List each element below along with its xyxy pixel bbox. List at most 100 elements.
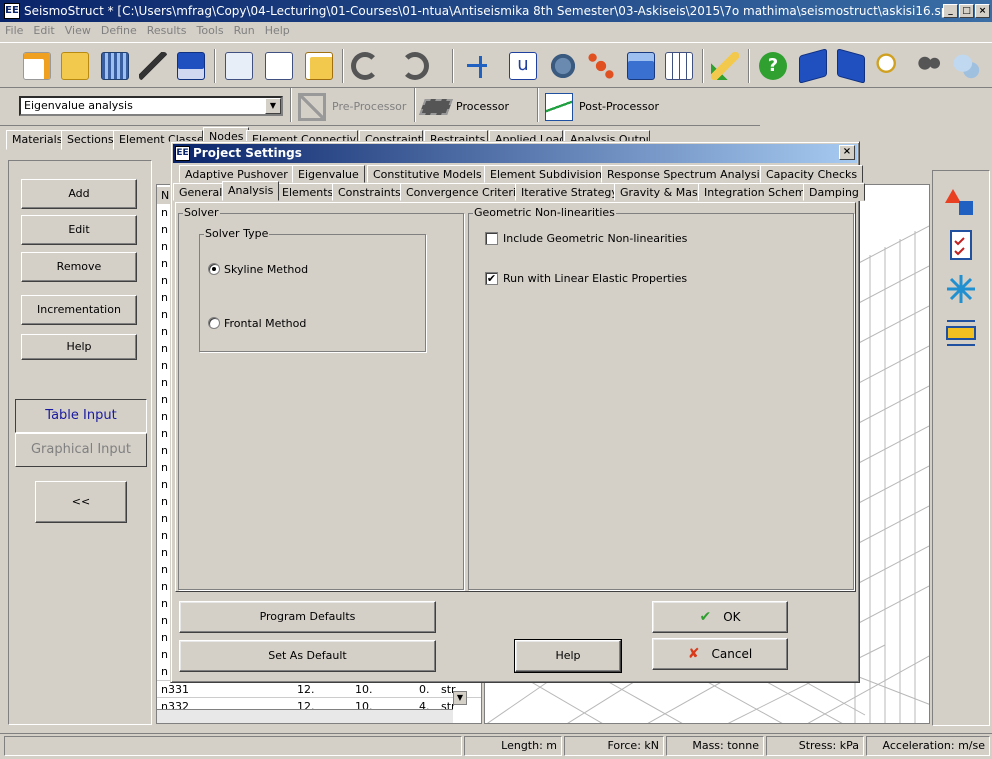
manual-button[interactable] — [796, 48, 830, 84]
new-file-icon — [23, 52, 51, 80]
help-left-button[interactable]: Help — [21, 334, 137, 360]
forum-button[interactable] — [950, 49, 984, 83]
node-name-cell: n — [161, 308, 168, 321]
table-button[interactable] — [662, 49, 696, 83]
tab-constitutive-models[interactable]: Constitutive Models — [367, 165, 488, 183]
tab-iterative-strategy[interactable]: Iterative Strategy — [515, 183, 624, 201]
help-button[interactable]: ? — [756, 49, 790, 83]
tab-element-subdivision[interactable]: Element Subdivision — [484, 165, 609, 183]
minimize-button[interactable]: _ — [943, 4, 958, 18]
toolbar-separator — [214, 49, 216, 83]
checkmark-icon: ✔ — [486, 272, 497, 285]
save-button[interactable] — [174, 49, 208, 83]
tab-damping[interactable]: Damping — [803, 183, 865, 201]
checklist-icon[interactable] — [945, 229, 977, 261]
table-input-toggle[interactable]: Table Input — [15, 399, 147, 433]
frontal-method-label[interactable]: Frontal Method — [224, 317, 306, 330]
tab-sections[interactable]: Sections — [61, 130, 120, 150]
menu-view[interactable]: View — [60, 22, 96, 40]
dialog-title: Project Settings — [193, 146, 302, 160]
analysis-type-select[interactable]: Eigenvalue analysis ▼ — [19, 96, 283, 116]
new-project-button[interactable] — [20, 49, 54, 83]
search-button[interactable] — [872, 49, 906, 83]
scroll-down-icon[interactable]: ▼ — [453, 691, 467, 705]
shapes-icon[interactable] — [945, 185, 977, 217]
settings-button[interactable] — [546, 49, 580, 83]
model-button[interactable] — [584, 49, 618, 83]
ok-button[interactable]: ✔ OK — [652, 601, 788, 633]
menu-tools[interactable]: Tools — [191, 22, 228, 40]
pre-processor-label: Pre-Processor — [332, 100, 407, 113]
edit-button[interactable]: Edit — [21, 215, 137, 245]
open-project-button[interactable] — [58, 49, 92, 83]
node-name-cell: n — [161, 580, 168, 593]
tab-response-spectrum-analysis[interactable]: Response Spectrum Analysis — [601, 165, 772, 183]
linear-elastic-checkbox[interactable]: ✔ — [485, 272, 498, 285]
tree-button[interactable] — [460, 49, 494, 83]
pre-processor-button[interactable]: Pre-Processor — [298, 90, 408, 124]
menu-define[interactable]: Define — [96, 22, 142, 40]
tab-elements[interactable]: Elements — [276, 183, 340, 201]
undo-arrow-icon — [351, 52, 379, 80]
cancel-button[interactable]: ✘ Cancel — [652, 638, 788, 670]
node-star-icon[interactable] — [945, 273, 977, 305]
chevron-down-icon[interactable]: ▼ — [265, 98, 281, 114]
node-name-cell: n — [161, 563, 168, 576]
element-bar-icon[interactable] — [945, 317, 977, 349]
undo-button[interactable] — [348, 49, 382, 83]
wizard-button[interactable] — [136, 49, 170, 83]
include-geometric-checkbox[interactable] — [485, 232, 498, 245]
linear-elastic-label[interactable]: Run with Linear Elastic Properties — [503, 272, 687, 285]
clean-button[interactable] — [708, 49, 742, 83]
include-geometric-label[interactable]: Include Geometric Non-linearities — [503, 232, 687, 245]
node-name-cell: n — [161, 376, 168, 389]
post-processor-button[interactable]: Post-Processor — [545, 90, 665, 124]
verification-button[interactable] — [834, 48, 868, 84]
tab-convergence-criteria[interactable]: Convergence Criteria — [400, 183, 529, 201]
processor-button[interactable]: Processor — [419, 90, 532, 124]
add-button[interactable]: Add — [21, 179, 137, 209]
skyline-method-radio[interactable] — [208, 263, 220, 275]
collapse-panel-button[interactable]: << — [35, 481, 127, 523]
solver-group-label: Solver — [183, 206, 220, 219]
tab-analysis[interactable]: Analysis — [222, 181, 280, 201]
close-button[interactable]: × — [975, 4, 990, 18]
tab-constraints[interactable]: Constraints — [332, 183, 407, 201]
tab-general[interactable]: General — [173, 183, 229, 201]
tab-eigenvalue[interactable]: Eigenvalue — [292, 165, 365, 183]
tab-integration-scheme[interactable]: Integration Scheme — [698, 183, 819, 201]
copy-button[interactable] — [222, 49, 256, 83]
skyline-method-label[interactable]: Skyline Method — [224, 263, 308, 276]
title-bar[interactable]: EE SeismoStruct * [C:\Users\mfrag\Copy\0… — [0, 0, 992, 22]
menu-file[interactable]: File — [0, 22, 28, 40]
program-defaults-button[interactable]: Program Defaults — [179, 601, 436, 633]
cancel-x-icon: ✘ — [687, 646, 700, 662]
dialog-help-button[interactable]: Help — [514, 639, 622, 673]
tab-gravity-mass[interactable]: Gravity & Mass — [614, 183, 710, 201]
building-button[interactable] — [98, 49, 132, 83]
horizontal-scrollbar[interactable] — [157, 709, 453, 723]
menu-edit[interactable]: Edit — [28, 22, 59, 40]
graphical-input-toggle[interactable]: Graphical Input — [15, 433, 147, 467]
menu-help[interactable]: Help — [260, 22, 295, 40]
maximize-button[interactable]: □ — [959, 4, 974, 18]
set-as-default-button[interactable]: Set As Default — [179, 640, 436, 672]
frontal-method-radio[interactable] — [208, 317, 220, 329]
menu-results[interactable]: Results — [142, 22, 192, 40]
tab-materials[interactable]: Materials — [6, 130, 69, 150]
units-button[interactable]: u — [506, 49, 540, 83]
remove-button[interactable]: Remove — [21, 252, 137, 282]
dialog-title-bar[interactable]: EE Project Settings — [173, 144, 857, 163]
app-icon[interactable]: EE — [4, 3, 20, 19]
tree-structure-icon — [463, 52, 491, 80]
video-button[interactable] — [912, 49, 946, 83]
tab-capacity-checks[interactable]: Capacity Checks — [760, 165, 864, 183]
dialog-close-button[interactable]: × — [839, 145, 855, 160]
node-name-cell: n — [161, 648, 168, 661]
menu-run[interactable]: Run — [229, 22, 260, 40]
redo-button[interactable] — [398, 49, 432, 83]
paste-doc-button[interactable] — [262, 49, 296, 83]
incrementation-button[interactable]: Incrementation — [21, 295, 137, 325]
calculator-button[interactable] — [624, 49, 658, 83]
clipboard-button[interactable] — [302, 49, 336, 83]
